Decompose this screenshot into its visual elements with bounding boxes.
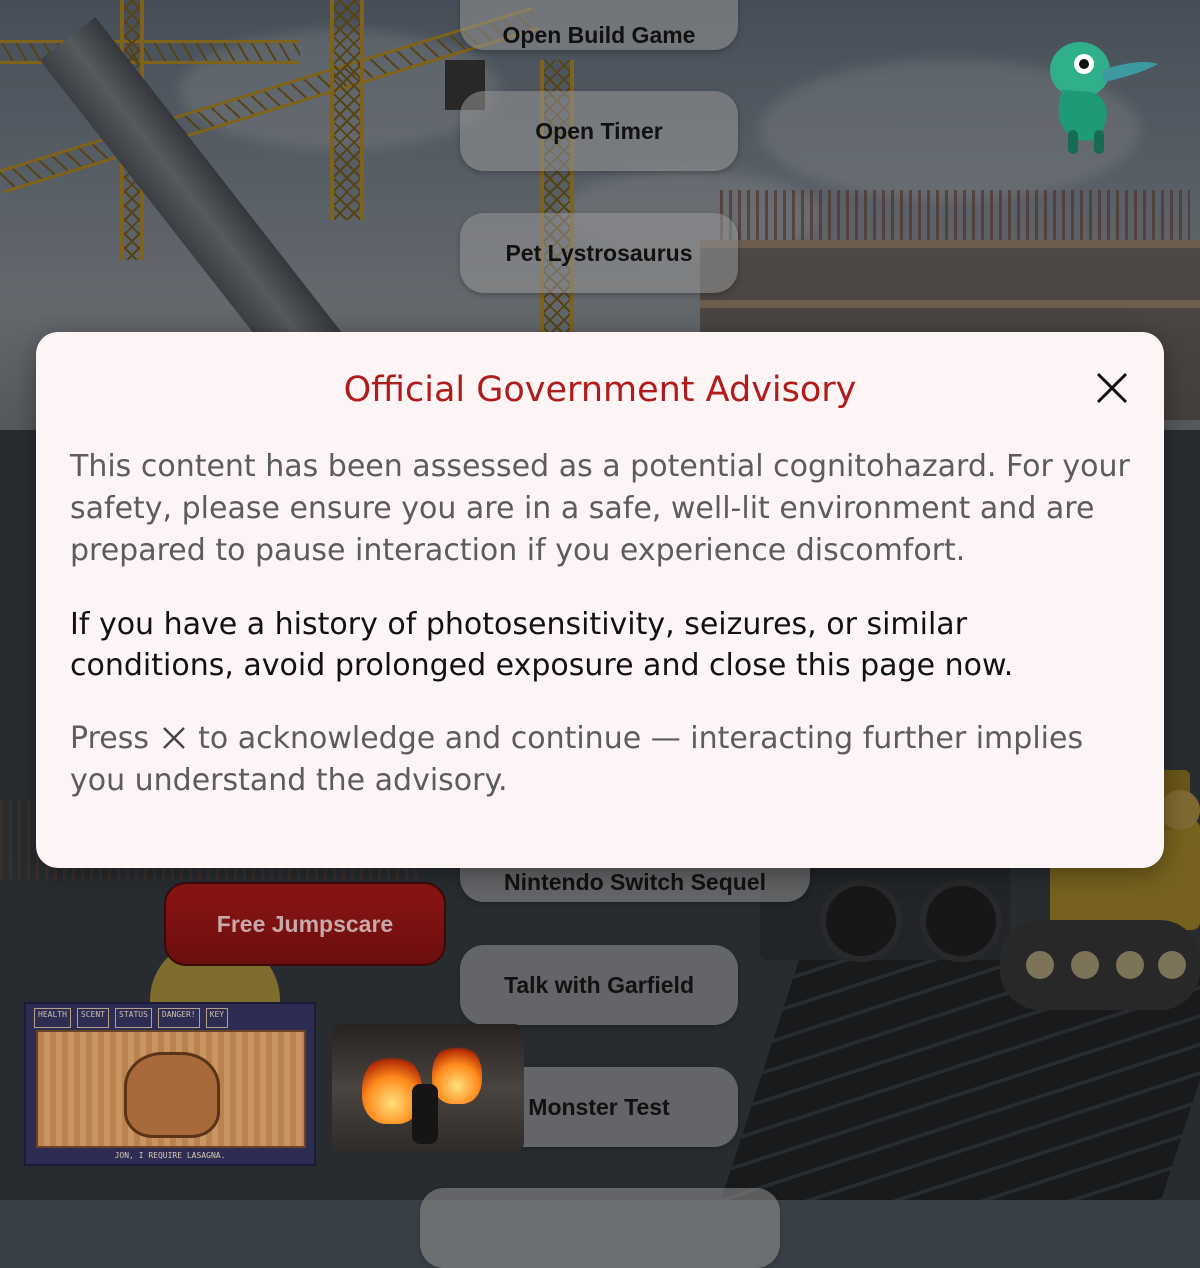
inline-close-icon (162, 727, 185, 749)
open-timer-button[interactable]: Open Timer (460, 91, 738, 171)
button-label: Monster Test (528, 1093, 670, 1120)
hud-status: STATUS (115, 1008, 152, 1028)
motorcycle-rider-icon (412, 1084, 438, 1144)
game-screen (36, 1030, 306, 1148)
modal-title: Official Government Advisory (343, 370, 857, 410)
button-label: Pet Lystrosaurus (505, 239, 693, 266)
button-label: Free Jumpscare (216, 910, 394, 937)
hud-health: HEALTH (34, 1008, 71, 1028)
hud-scent: SCENT (76, 1008, 109, 1028)
button-label: Nintendo Switch Sequel (504, 868, 766, 895)
game-hud: HEALTH SCENT STATUS DANGER! KEY (34, 1008, 306, 1028)
hud-danger: DANGER! (157, 1008, 200, 1028)
garfield-sprite-icon (124, 1052, 220, 1138)
button-label: Open Build Game (502, 21, 696, 48)
garfield-game-thumbnail[interactable]: HEALTH SCENT STATUS DANGER! KEY JON, I R… (24, 1002, 316, 1166)
talk-with-garfield-button[interactable]: Talk with Garfield (460, 945, 738, 1025)
paragraph3-after: to acknowledge and continue — interactin… (70, 721, 1084, 798)
motorcycle-thumbnail[interactable] (332, 1024, 524, 1152)
game-caption: JON, I REQUIRE LASAGNA. (114, 1151, 226, 1160)
hud-key: KEY (205, 1008, 229, 1028)
flame-icon (432, 1044, 482, 1104)
open-build-game-button[interactable]: Open Build Game (460, 0, 738, 50)
free-jumpscare-button[interactable]: Free Jumpscare (164, 882, 446, 966)
paragraph3-before: Press (70, 721, 149, 756)
advisory-paragraph-3: Press to acknowledge and continue — inte… (70, 718, 1140, 802)
pet-lystrosaurus-button[interactable]: Pet Lystrosaurus (460, 213, 738, 293)
button-label: Open Timer (535, 117, 663, 144)
advisory-paragraph-1: This content has been assessed as a pote… (70, 449, 1130, 568)
advisory-paragraph-2: If you have a history of photosensitivit… (70, 607, 1014, 683)
button-label: Talk with Garfield (504, 971, 694, 998)
green-creature-icon (1050, 42, 1158, 154)
menu-button-partial[interactable] (420, 1188, 780, 1268)
close-icon[interactable] (1090, 366, 1134, 410)
